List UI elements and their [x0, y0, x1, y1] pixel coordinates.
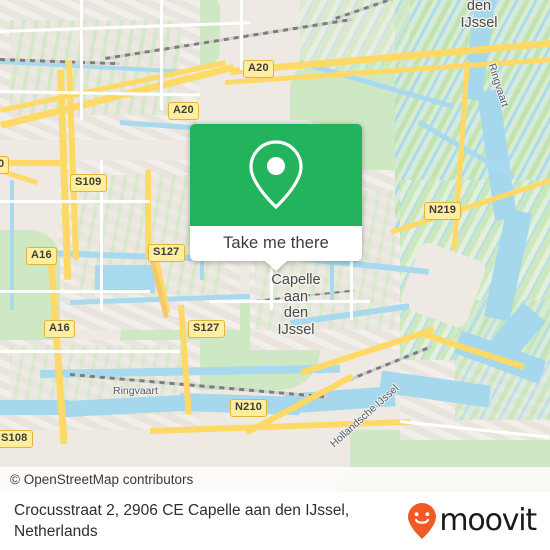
callout-tail	[265, 261, 287, 271]
road-shield-s109: S109	[70, 174, 107, 192]
take-me-there-callout[interactable]: Take me there	[190, 124, 362, 271]
moovit-map-screenshot: Ringvaart Ringvaart Hollandsche IJssel d…	[0, 0, 550, 550]
address-line-1: Crocusstraat 2, 2906 CE Capelle aan den …	[14, 502, 350, 519]
road-shield-a20-2: A20	[168, 102, 199, 120]
road-shield-s127-2: S127	[188, 320, 225, 338]
moovit-wordmark: moovit	[439, 503, 537, 538]
road-shield-a20-1: A20	[243, 60, 274, 78]
address-line-2: Netherlands	[14, 523, 98, 540]
osm-attribution-text: © OpenStreetMap contributors	[10, 472, 194, 487]
road-shield-n219: N219	[424, 202, 462, 220]
callout-pin-panel[interactable]	[190, 124, 362, 226]
moovit-logo[interactable]: moovit	[407, 502, 537, 540]
osm-attribution: © OpenStreetMap contributors	[0, 467, 550, 492]
footer-bar: Crocusstraat 2, 2906 CE Capelle aan den …	[0, 492, 550, 550]
map-canvas[interactable]: Ringvaart Ringvaart Hollandsche IJssel d…	[0, 0, 550, 492]
road-shield-a16-2: A16	[44, 320, 75, 338]
take-me-there-button[interactable]: Take me there	[190, 226, 362, 261]
moovit-pin-icon	[408, 503, 437, 539]
address-block: Crocusstraat 2, 2906 CE Capelle aan den …	[14, 500, 349, 542]
road-shield-a16-1: A16	[26, 247, 57, 265]
take-me-there-label: Take me there	[223, 234, 329, 252]
map-pin-icon	[249, 140, 303, 210]
road-shield-s127-1: S127	[148, 244, 185, 262]
road-shield-n210: N210	[230, 399, 268, 417]
road-shield-partial: 0	[0, 156, 10, 174]
road-shield-s108: S108	[0, 430, 33, 448]
